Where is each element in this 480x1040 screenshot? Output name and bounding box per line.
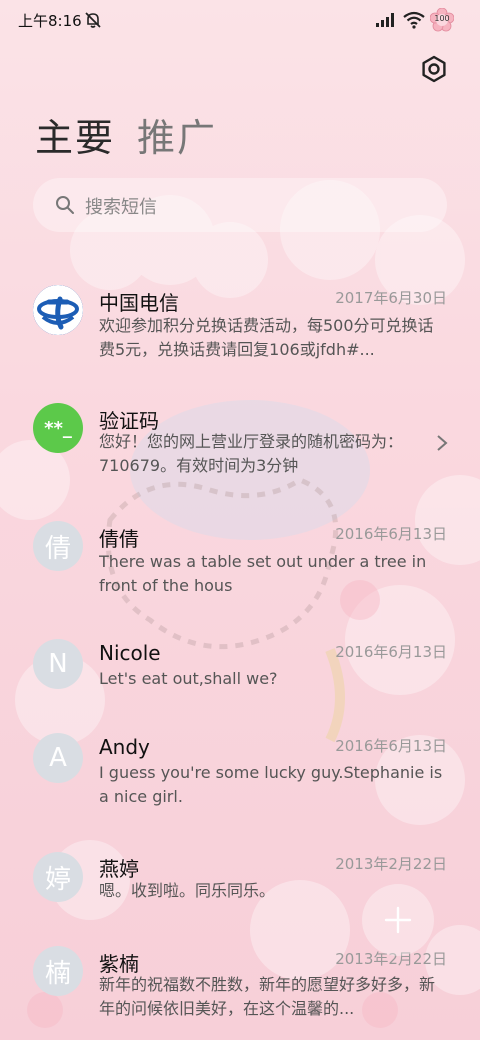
new-message-button[interactable] [362,884,434,956]
contact-name: Andy [99,735,150,759]
message-preview: 新年的祝福数不胜数，新年的愿望好多好多，新年的问候依旧美好，在这个温馨的... [99,975,436,1018]
conversation-item[interactable]: A Andy 2016年6月13日 I guess you're some lu… [0,732,480,812]
conversation-item[interactable]: 楠 紫楠 2013年2月22日 新年的祝福数不胜数，新年的愿望好多好多，新年的问… [0,945,480,1025]
plus-icon [384,906,412,934]
message-preview: Let's eat out,shall we? [99,669,278,688]
avatar: 婷 [33,852,83,902]
wifi-icon [403,11,425,29]
chevron-right-icon [437,435,448,451]
contact-name: 中国电信 [99,291,179,315]
avatar: A [33,733,83,783]
conversation-item[interactable]: 中国电信 2017年6月30日 欢迎参加积分兑换话费活动，每500分可兑换话费5… [0,282,480,372]
message-date: 2016年6月13日 [335,525,447,543]
avatar [33,285,83,335]
avatar: 倩 [33,521,83,571]
tab-primary[interactable]: 主要 [35,114,115,162]
message-date: 2016年6月13日 [335,643,447,661]
message-preview: There was a table set out under a tree i… [99,552,427,595]
conversation-item[interactable]: N Nicole 2016年6月13日 Let's eat out,shall … [0,638,480,698]
china-telecom-logo-icon [33,285,83,335]
status-bar: 上午8:16 100 [0,0,480,42]
message-preview: 您好！您的网上营业厅登录的随机密码为：710679。有效时间为3分钟 [99,432,404,475]
message-date: 2017年6月30日 [335,289,447,307]
message-preview: 欢迎参加积分兑换话费活动，每500分可兑换话费5元，兑换话费请回复106或jfd… [99,316,434,359]
bell-off-icon [85,12,101,28]
status-time: 上午8:16 [18,12,82,30]
tab-promotions[interactable]: 推广 [137,114,217,162]
avatar: 楠 [33,946,83,996]
battery-level: 100 [434,14,450,23]
avatar: **_ [33,403,83,453]
search-placeholder: 搜索短信 [85,197,157,218]
category-tabs: 主要 推广 [35,114,217,162]
search-input[interactable]: 搜索短信 [33,178,447,232]
contact-name: Nicole [99,641,161,665]
settings-icon[interactable] [420,55,448,83]
cellular-signal-icon [376,13,394,27]
conversation-item[interactable]: **_ 验证码 您好！您的网上营业厅登录的随机密码为：710679。有效时间为3… [0,402,480,482]
search-icon [56,196,74,214]
conversation-item[interactable]: 倩 倩倩 2016年6月13日 There was a table set ou… [0,520,480,600]
contact-name: 倩倩 [99,527,139,551]
avatar: N [33,639,83,689]
contact-name: 燕婷 [99,857,139,881]
message-date: 2016年6月13日 [335,737,447,755]
message-date: 2013年2月22日 [335,855,447,873]
message-preview: I guess you're some lucky guy.Stephanie … [99,763,443,806]
